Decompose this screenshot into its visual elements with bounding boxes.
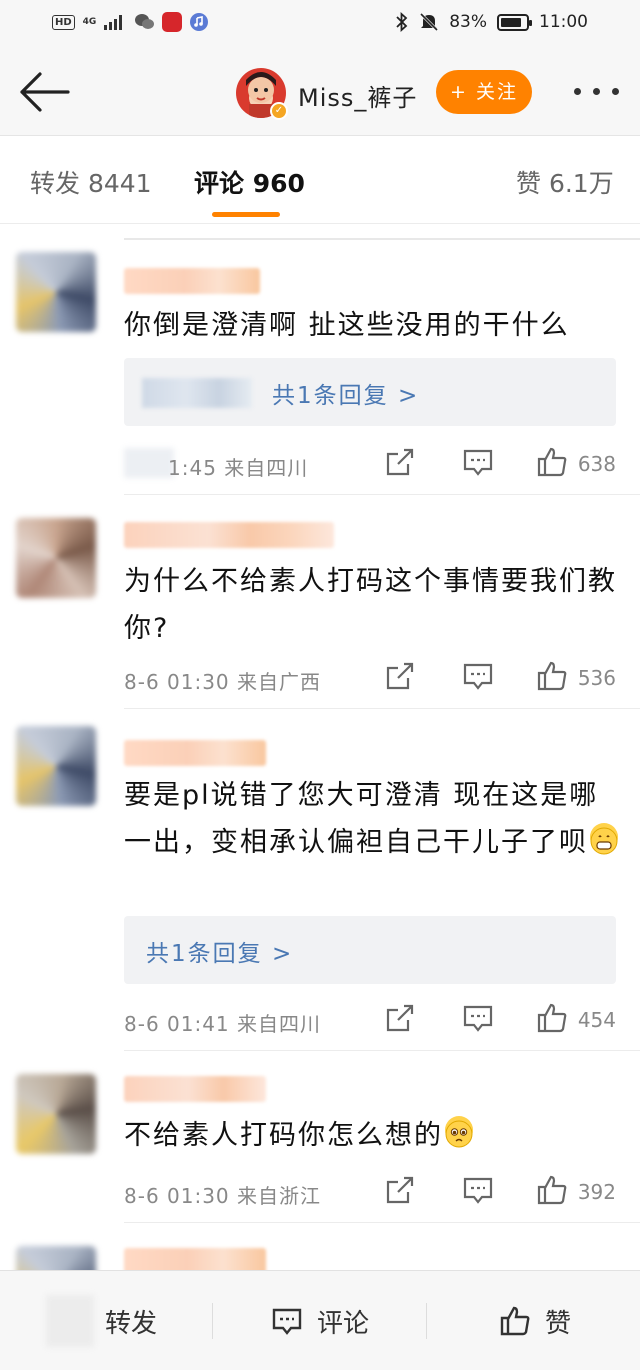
reply-author (142, 378, 252, 408)
comment-time: 8-6 01:30 来自广西 (124, 670, 322, 694)
author-username[interactable]: Miss_裤子 (298, 78, 417, 113)
share-icon[interactable] (384, 1002, 416, 1034)
commenter-avatar[interactable] (16, 1246, 96, 1270)
mute-bell-icon (420, 12, 439, 32)
share-icon[interactable] (384, 446, 416, 478)
commenter-avatar[interactable] (16, 726, 96, 806)
comment-footer: 8-6 01:30 来自浙江 392 (124, 1174, 616, 1214)
divider (124, 1050, 640, 1051)
thumbs-up-icon[interactable] (536, 1002, 568, 1034)
thumbs-up-icon (500, 1306, 530, 1336)
status-bar: HD 4G 83% 11:00 (0, 0, 640, 48)
back-button[interactable] (18, 70, 70, 114)
comment-text-body: 不给素人打码你怎么想的 (124, 1120, 443, 1151)
dot-icon (573, 87, 581, 95)
share-icon[interactable] (384, 660, 416, 692)
comment-item: 为什么不给素人打码这个事情要我们教你? 8-6 01:30 来自广西 536 (0, 496, 640, 710)
comment-text: 你倒是澄清啊 扯这些没用的干什么 (124, 310, 570, 341)
thumbs-up-icon[interactable] (536, 660, 568, 692)
divider (426, 1303, 427, 1339)
commenter-avatar[interactable] (16, 518, 96, 598)
like-count: 454 (577, 1008, 616, 1032)
comment-footer: 1:45 来自四川 638 (124, 446, 616, 486)
thumbs-up-icon[interactable] (536, 446, 568, 478)
repost-label: 转发 (104, 1308, 157, 1339)
comment-item: 不给素人打码你怎么想的 8-6 01:30 来自浙江 392 (0, 1052, 640, 1224)
tab-repost[interactable]: 转发 8441 (30, 164, 152, 200)
comment-button[interactable]: 评论 (250, 1271, 390, 1370)
like-button[interactable]: 赞 (480, 1271, 590, 1370)
comment-label: 评论 (316, 1308, 369, 1339)
commenter-name[interactable] (124, 740, 266, 766)
tab-likes[interactable]: 赞 6.1万 (516, 164, 614, 200)
status-right: 83% 11:00 (395, 12, 588, 32)
reply-comment-icon[interactable] (462, 1174, 494, 1206)
active-tab-indicator (212, 212, 280, 217)
like-count: 392 (577, 1180, 616, 1204)
signal-icon (104, 15, 123, 30)
blurred-date (124, 448, 174, 478)
view-replies-link[interactable]: 共1条回复 > (146, 934, 293, 968)
commenter-avatar[interactable] (16, 1074, 96, 1154)
comment-item: 要是pl说错了您大可澄清 现在这是哪一出，变相承认偏袒自己干儿子了呗 共1条回复… (0, 710, 640, 1052)
dot-icon (611, 87, 619, 95)
commenter-name[interactable] (124, 1248, 266, 1270)
pleading-emoji-icon (445, 1116, 473, 1148)
status-left: HD 4G (52, 12, 209, 32)
app-notification-icon (162, 12, 183, 32)
battery-icon (497, 13, 532, 31)
divider (124, 1222, 640, 1223)
repost-button[interactable]: 转发 (96, 1271, 166, 1370)
comment-time: 1:45 来自四川 (168, 456, 309, 480)
battery-percent: 83% (449, 12, 487, 32)
divider (212, 1303, 213, 1339)
network-indicator: 4G (82, 16, 97, 27)
reply-preview[interactable]: 共1条回复 > (124, 916, 616, 984)
arrow-left-icon (20, 72, 70, 112)
view-replies-link[interactable]: 共1条回复 > (272, 376, 419, 410)
comment-text: 为什么不给素人打码这个事情要我们教你? (124, 566, 617, 644)
commenter-avatar[interactable] (16, 252, 96, 332)
dot-icon (592, 87, 600, 95)
verified-badge-icon: ✓ (270, 102, 288, 120)
music-icon (190, 13, 209, 31)
author-avatar[interactable]: ✓ (236, 68, 288, 120)
comment-item: 你倒是澄清啊 扯这些没用的干什么 共1条回复 > 1:45 来自四川 638 (0, 240, 640, 496)
comment-time: 8-6 01:30 来自浙江 (124, 1184, 322, 1208)
tab-bar: 转发 8441 评论 960 赞 6.1万 (0, 136, 640, 224)
divider (124, 708, 640, 709)
reply-comment-icon[interactable] (462, 660, 494, 692)
divider (124, 494, 640, 495)
comment-text: 不给素人打码你怎么想的 (124, 1112, 618, 1159)
more-options-button[interactable] (566, 76, 626, 106)
wechat-icon (135, 14, 155, 29)
like-count: 638 (577, 452, 616, 476)
comment-time: 8-6 01:41 来自四川 (124, 1012, 322, 1036)
like-count: 536 (577, 666, 616, 690)
reply-preview[interactable]: 共1条回复 > (124, 358, 616, 426)
bottom-action-bar: 转发 评论 赞 (0, 1270, 640, 1370)
comment-text-body: 要是pl说错了您大可澄清 现在这是哪一出，变相承认偏袒自己干儿子了呗 (124, 780, 599, 858)
reply-comment-icon[interactable] (462, 446, 494, 478)
clock: 11:00 (539, 12, 588, 32)
comment-item-partial (0, 1224, 640, 1270)
commenter-name[interactable] (124, 268, 260, 294)
like-label: 赞 (544, 1308, 571, 1339)
share-icon[interactable] (384, 1174, 416, 1206)
commenter-name[interactable] (124, 522, 334, 548)
hd-indicator: HD (52, 14, 75, 30)
tab-comments[interactable]: 评论 960 (194, 164, 305, 200)
grinning-emoji-icon (590, 823, 618, 855)
commenter-name[interactable] (124, 1076, 266, 1102)
bluetooth-icon (396, 12, 408, 32)
reply-comment-icon[interactable] (462, 1002, 494, 1034)
comment-footer: 8-6 01:41 来自四川 454 (124, 1002, 616, 1042)
comment-icon (272, 1308, 302, 1335)
thumbs-up-icon[interactable] (536, 1174, 568, 1206)
comment-text: 要是pl说错了您大可澄清 现在这是哪一出，变相承认偏袒自己干儿子了呗 (124, 772, 618, 866)
follow-button[interactable]: + 关注 (436, 70, 532, 114)
comment-footer: 8-6 01:30 来自广西 536 (124, 660, 616, 700)
blurred-overlay (46, 1295, 94, 1347)
top-nav-bar: ✓ Miss_裤子 + 关注 (0, 48, 640, 136)
